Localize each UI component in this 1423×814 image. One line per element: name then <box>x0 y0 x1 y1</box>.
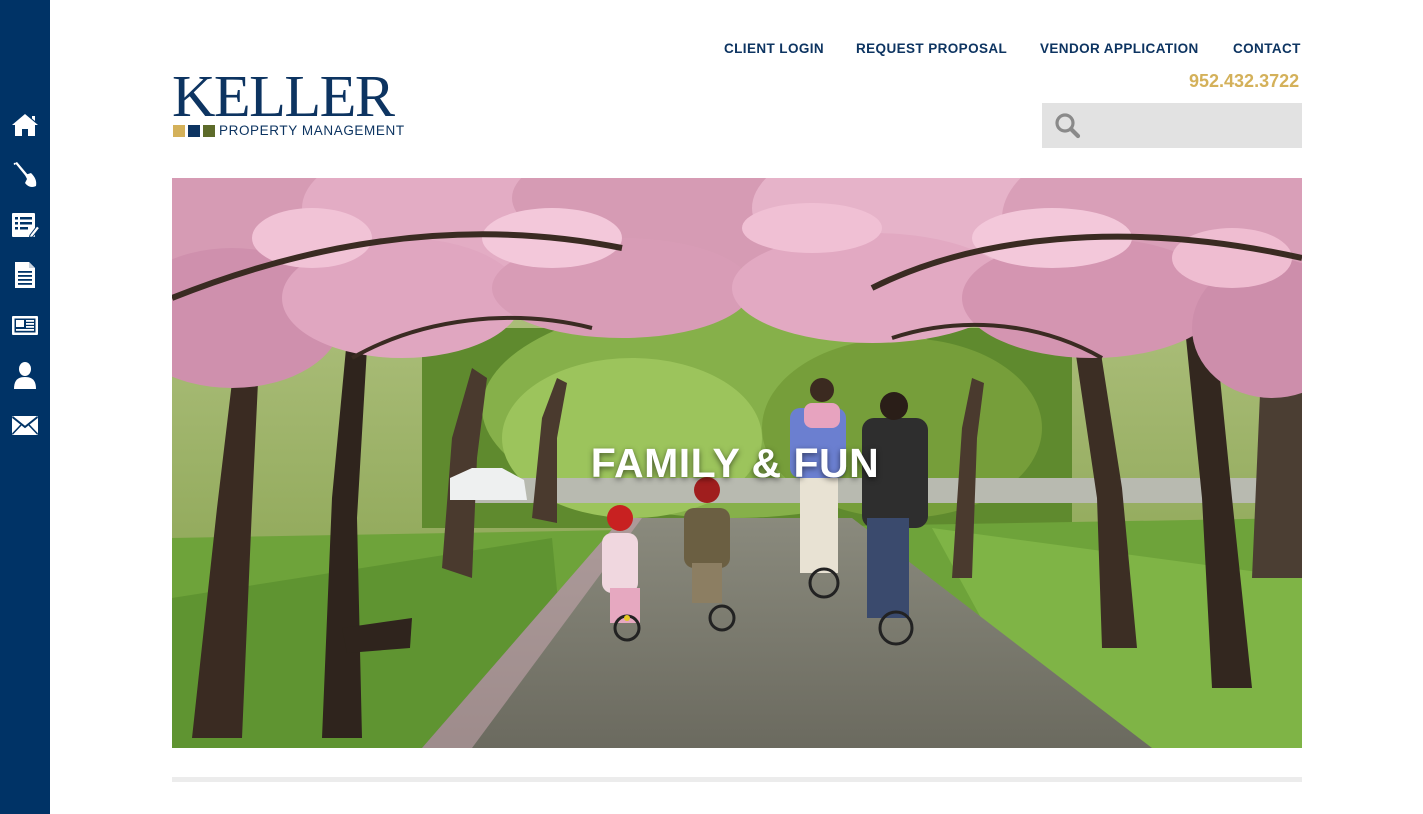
newspaper-icon[interactable] <box>10 310 40 340</box>
left-sidebar <box>0 0 50 814</box>
search-box[interactable] <box>1042 103 1302 148</box>
keller-logo[interactable]: KELLER PROPERTY MANAGEMENT <box>172 66 426 141</box>
logo-subtitle: PROPERTY MANAGEMENT <box>219 123 405 138</box>
phone-number[interactable]: 952.432.3722 <box>1189 71 1299 92</box>
logo-wordmark: KELLER <box>172 63 395 129</box>
shovel-icon[interactable] <box>10 160 40 190</box>
search-input[interactable] <box>1092 103 1297 148</box>
envelope-icon[interactable] <box>10 410 40 440</box>
nav-vendor-application[interactable]: VENDOR APPLICATION <box>1040 41 1199 56</box>
hero-banner: FAMILY & FUN <box>172 178 1302 748</box>
logo-square-gold <box>173 125 185 137</box>
person-icon[interactable] <box>10 360 40 390</box>
hero-title: FAMILY & FUN <box>590 440 880 486</box>
nav-contact[interactable]: CONTACT <box>1233 41 1301 56</box>
document-icon[interactable] <box>10 260 40 290</box>
logo-square-navy <box>188 125 200 137</box>
form-edit-icon[interactable] <box>10 210 40 240</box>
home-icon[interactable] <box>10 110 40 140</box>
logo-square-olive <box>203 125 215 137</box>
nav-client-login[interactable]: CLIENT LOGIN <box>724 41 824 56</box>
nav-request-proposal[interactable]: REQUEST PROPOSAL <box>856 41 1007 56</box>
logo-squares <box>173 125 215 137</box>
search-icon[interactable] <box>1054 112 1081 139</box>
content-divider <box>172 777 1302 782</box>
